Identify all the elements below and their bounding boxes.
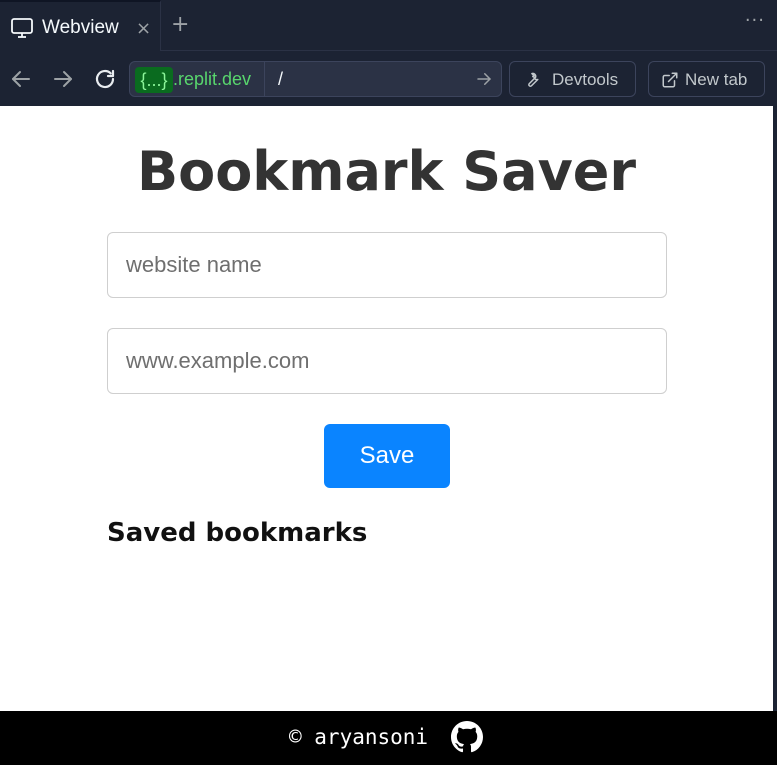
scrollbar-track xyxy=(773,106,777,711)
url-divider xyxy=(264,62,265,96)
browser-nav-bar: {...} .replit.dev / Devtools New tab xyxy=(0,51,777,106)
reload-icon[interactable] xyxy=(93,67,117,91)
devtools-label: Devtools xyxy=(552,70,619,89)
url-domain: .replit.dev xyxy=(173,69,252,89)
external-link-icon xyxy=(662,72,678,88)
url-badge: {...} xyxy=(135,67,173,93)
footer-credit: © aryansoni xyxy=(289,725,429,749)
webview-content: Bookmark Saver Save Saved bookmarks xyxy=(0,106,773,711)
back-arrow-icon[interactable] xyxy=(9,67,33,91)
plus-icon[interactable]: + xyxy=(171,12,189,37)
close-icon[interactable]: × xyxy=(136,18,151,39)
tab-title: Webview xyxy=(42,17,119,38)
browser-tab-bar: Webview × + ··· xyxy=(0,0,777,51)
devtools-button[interactable]: Devtools xyxy=(509,61,636,97)
page-footer: © aryansoni xyxy=(0,711,777,765)
go-arrow-icon[interactable] xyxy=(475,70,493,88)
more-icon[interactable]: ··· xyxy=(745,10,765,31)
save-button[interactable]: Save xyxy=(324,424,450,488)
monitor-icon xyxy=(11,18,33,38)
url-bar[interactable]: {...} .replit.dev / xyxy=(129,61,502,97)
forward-arrow-icon[interactable] xyxy=(51,67,75,91)
website-name-input[interactable] xyxy=(107,232,667,298)
url-path-input[interactable]: / xyxy=(278,69,283,90)
website-url-input[interactable] xyxy=(107,328,667,394)
page-title: Bookmark Saver xyxy=(136,140,637,203)
saved-bookmarks-heading: Saved bookmarks xyxy=(107,518,368,548)
new-tab-label: New tab xyxy=(685,70,748,89)
tab-webview[interactable]: Webview × xyxy=(0,0,161,51)
open-new-tab-button[interactable]: New tab xyxy=(648,61,765,97)
wrench-icon xyxy=(528,72,539,87)
github-icon[interactable] xyxy=(451,721,483,753)
